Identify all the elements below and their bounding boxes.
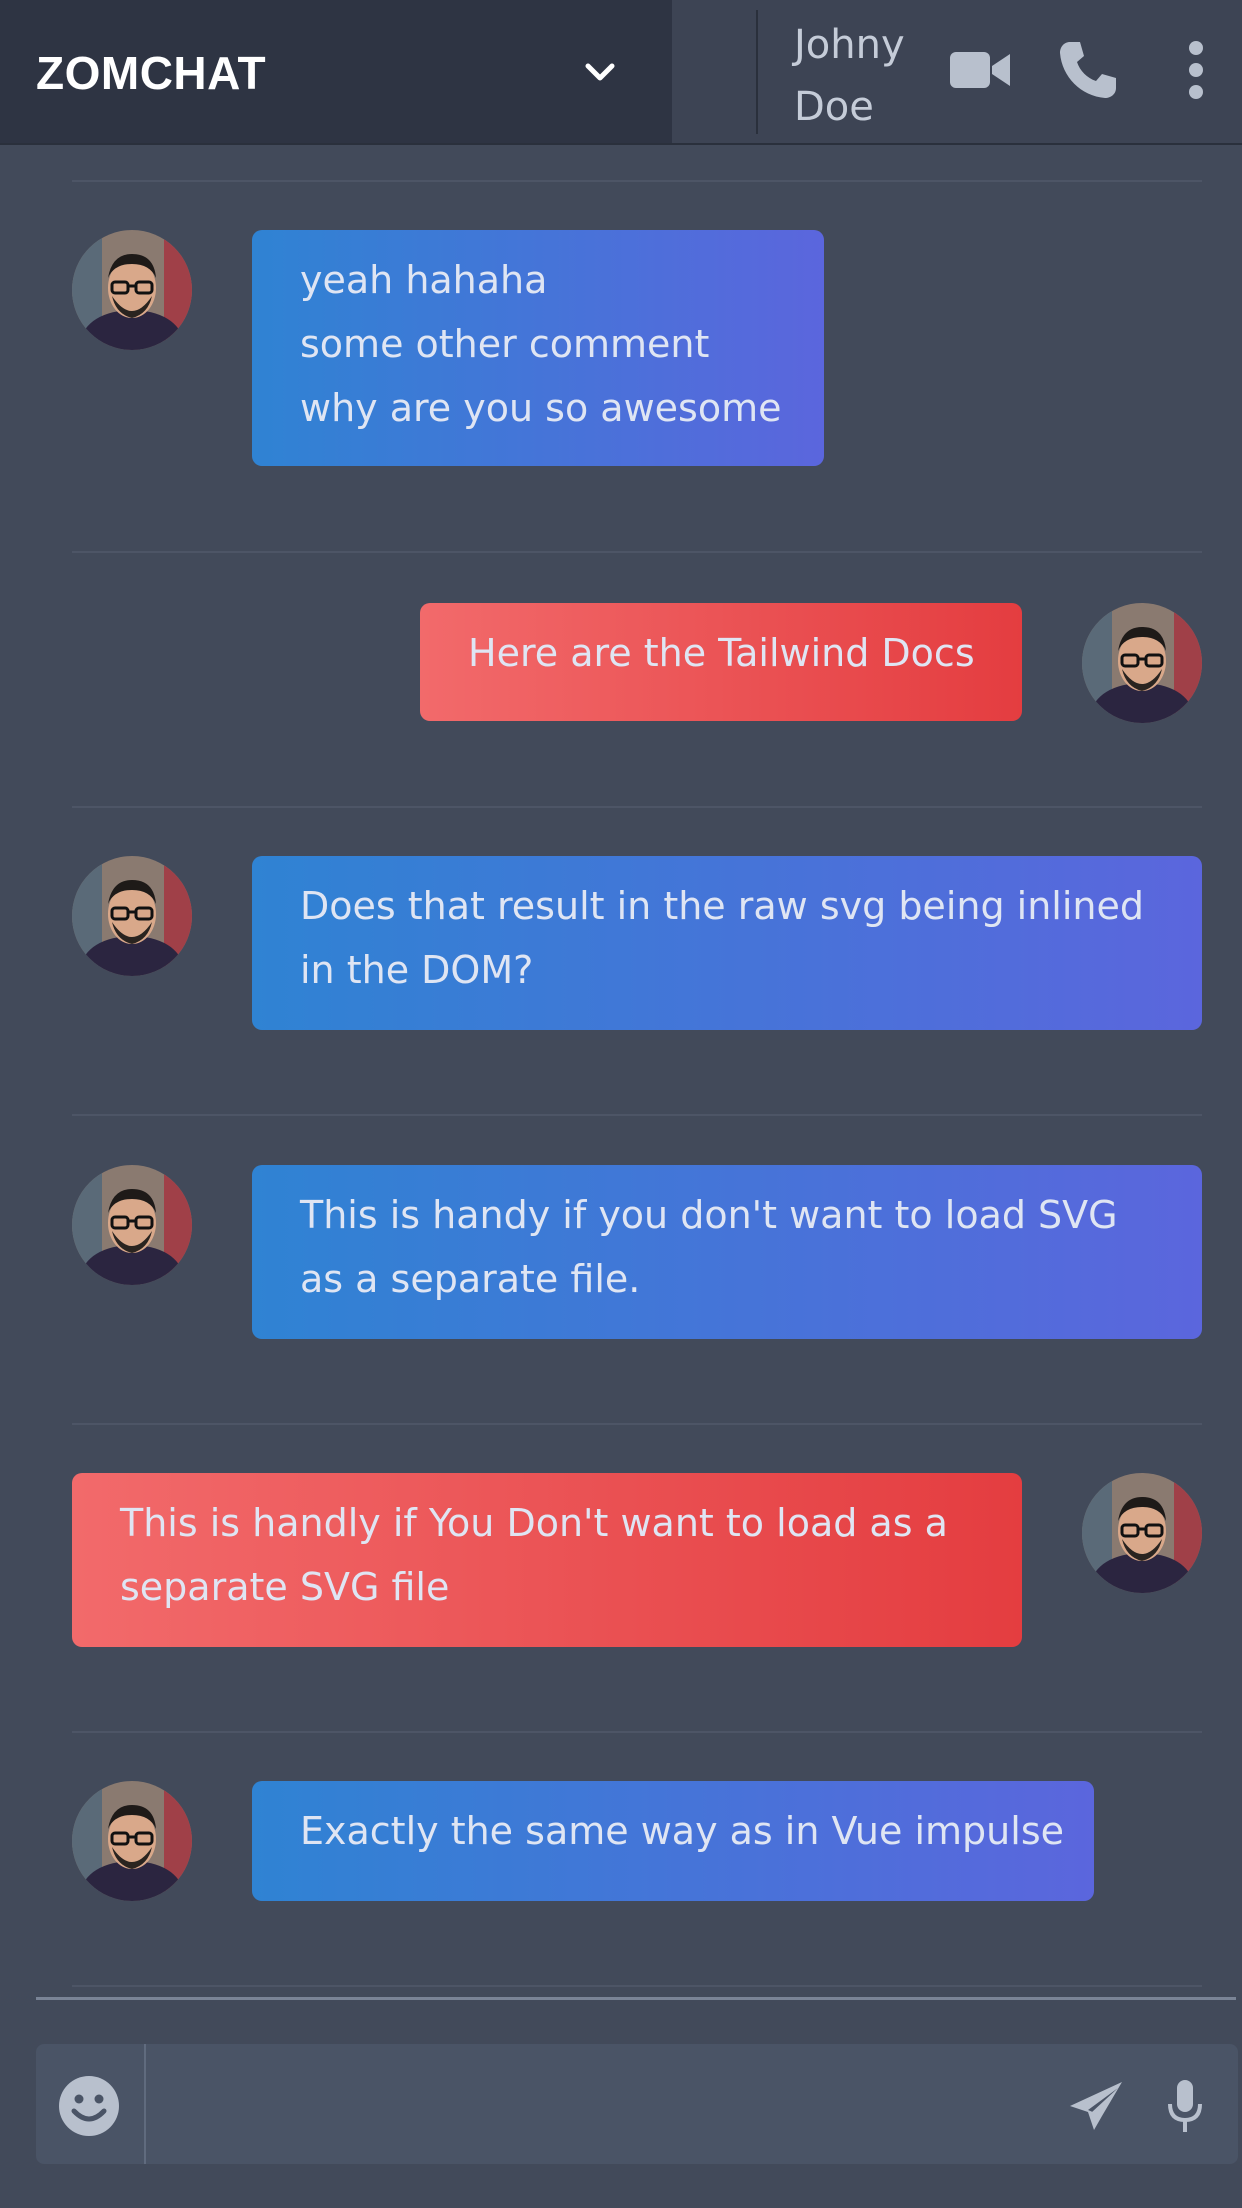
composer-divider: [144, 2044, 146, 2164]
message-text: some other comment: [300, 322, 710, 366]
header-divider: [756, 10, 758, 134]
avatar-photo: [72, 856, 192, 976]
message-separator: [72, 180, 1202, 182]
message-text: Exactly the same way as in Vue impulse: [300, 1809, 1064, 1853]
contact-name[interactable]: Johny Doe: [794, 14, 905, 138]
message-separator: [72, 806, 1202, 808]
message-text: Here are the Tailwind Docs: [468, 631, 975, 675]
message-text: This is handy if you don't want to load …: [300, 1193, 1118, 1237]
avatar-photo: [1082, 603, 1202, 723]
emoji-icon[interactable]: [58, 2075, 120, 2137]
avatar[interactable]: [1082, 603, 1202, 723]
message-bubble: Does that result in the raw svg being in…: [252, 856, 1202, 1030]
video-call-icon[interactable]: [948, 46, 1012, 94]
message-separator: [72, 1423, 1202, 1425]
avatar-photo: [72, 1781, 192, 1901]
composer-top-border: [36, 1997, 1236, 2000]
send-icon[interactable]: [1068, 2080, 1124, 2132]
message-separator: [72, 1114, 1202, 1116]
message-separator: [72, 1985, 1202, 1987]
phone-call-icon[interactable]: [1056, 38, 1120, 102]
message-text: Does that result in the raw svg being in…: [300, 884, 1144, 928]
message-bubble: yeah hahaha some other comment why are y…: [252, 230, 824, 466]
app-brand: ZOMCHAT: [36, 47, 267, 99]
more-options-icon[interactable]: [1182, 40, 1210, 102]
message-input[interactable]: [150, 2044, 1050, 2164]
avatar-photo: [72, 1165, 192, 1285]
contact-last-name: Doe: [794, 84, 874, 130]
message-text: yeah hahaha: [300, 258, 548, 302]
message-separator: [72, 1731, 1202, 1733]
message-bubble: Here are the Tailwind Docs: [420, 603, 1022, 721]
avatar[interactable]: [72, 1781, 192, 1901]
brand-panel: ZOMCHAT: [0, 0, 672, 143]
avatar[interactable]: [72, 230, 192, 350]
message-text: separate SVG file: [120, 1565, 450, 1609]
message-bubble: Exactly the same way as in Vue impulse: [252, 1781, 1094, 1901]
chevron-down-icon[interactable]: [580, 52, 620, 92]
avatar[interactable]: [1082, 1473, 1202, 1593]
microphone-icon[interactable]: [1166, 2078, 1204, 2134]
avatar-photo: [72, 230, 192, 350]
message-text: as a separate file.: [300, 1257, 641, 1301]
message-bubble: This is handy if you don't want to load …: [252, 1165, 1202, 1339]
avatar[interactable]: [72, 856, 192, 976]
message-bubble: This is handly if You Don't want to load…: [72, 1473, 1022, 1647]
message-text: in the DOM?: [300, 948, 534, 992]
message-separator: [72, 551, 1202, 553]
message-text: why are you so awesome: [300, 386, 782, 430]
contact-first-name: Johny: [794, 22, 905, 68]
chat-header: ZOMCHAT Johny Doe: [0, 0, 1242, 145]
avatar[interactable]: [72, 1165, 192, 1285]
message-text: This is handly if You Don't want to load…: [120, 1501, 948, 1545]
avatar-photo: [1082, 1473, 1202, 1593]
